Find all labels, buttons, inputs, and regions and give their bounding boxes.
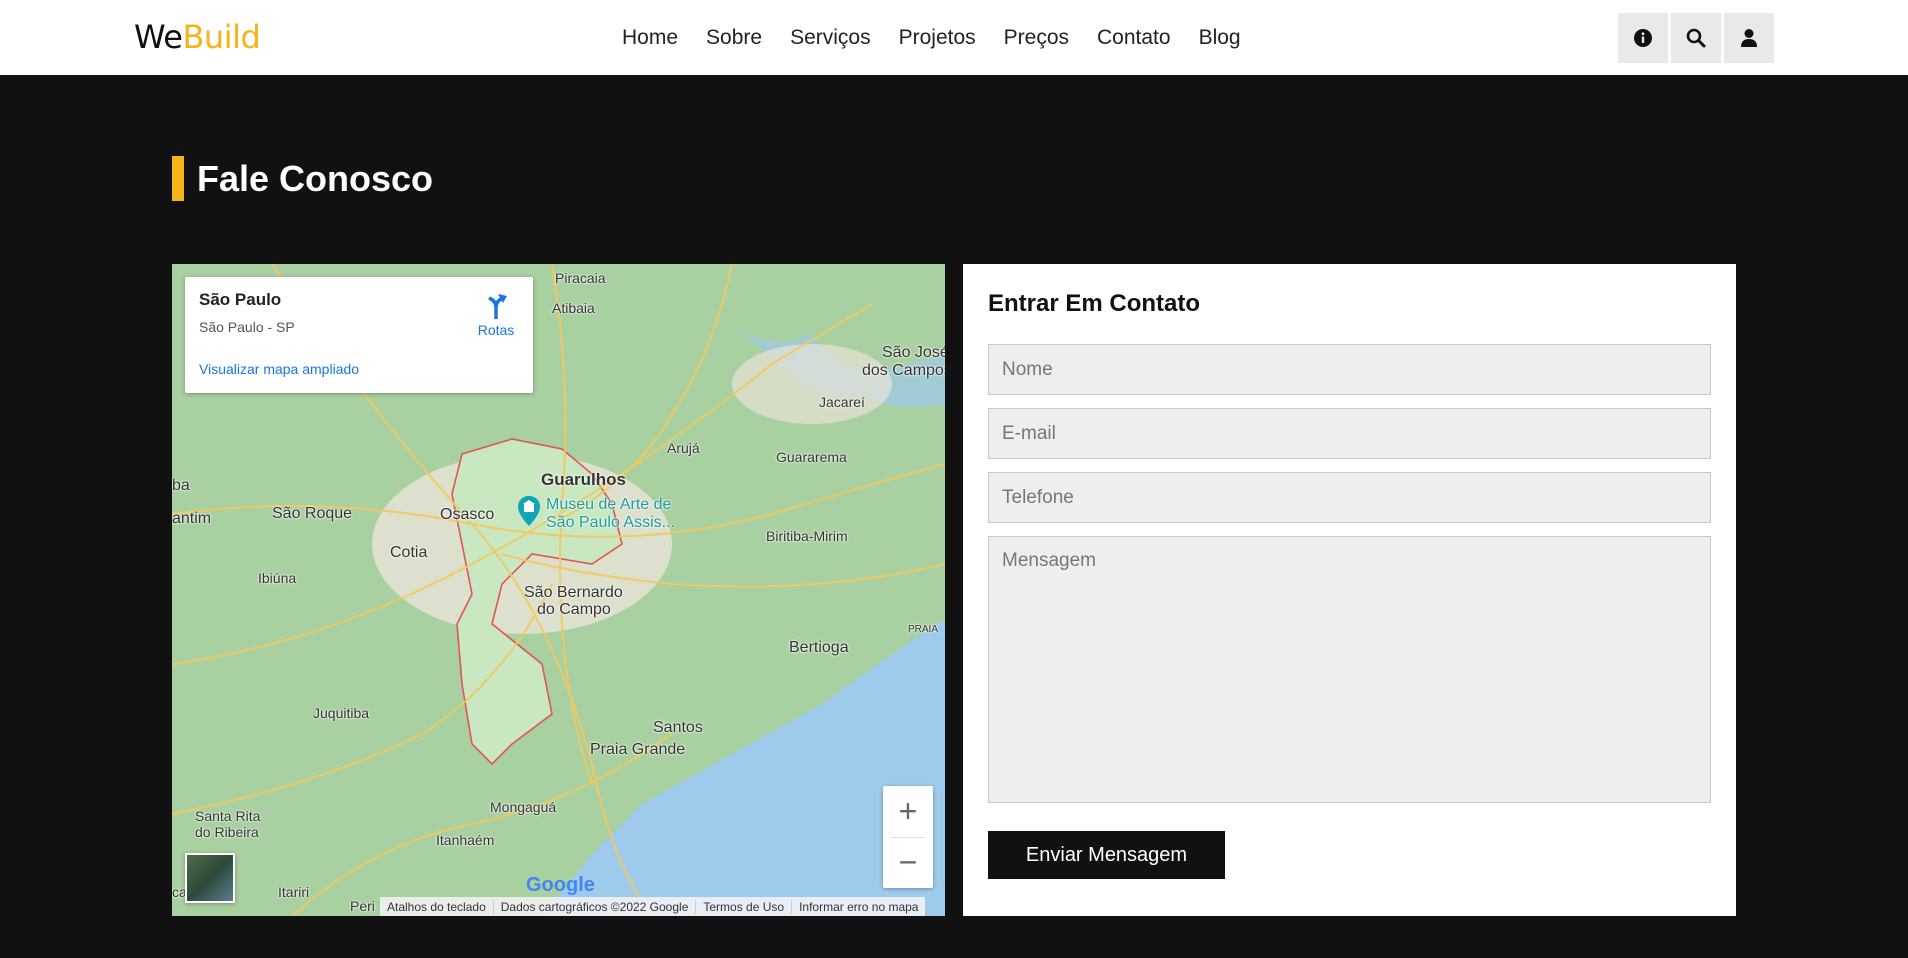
map-label-juquitiba: Juquitiba	[313, 705, 370, 721]
map-label-itariri: Itariri	[278, 884, 310, 900]
map-label-santa-rita-2: do Ribeira	[195, 824, 259, 840]
map-label-osasco: Osasco	[440, 506, 495, 523]
map-label-antim: antim	[172, 510, 212, 527]
logo-text-we: We	[134, 18, 183, 56]
map-embed[interactable]: Piracaia Atibaia São José dos Campos Jac…	[172, 264, 945, 916]
map-label-dos-campos: dos Campos	[862, 362, 945, 379]
map-label-sbc-2: do Campo	[537, 601, 611, 618]
map-label-sao-jose: São José	[882, 344, 945, 361]
nav-projetos[interactable]: Projetos	[899, 26, 976, 50]
map-label-peri: Peri	[350, 898, 375, 914]
map-card-subtitle: São Paulo - SP	[199, 319, 295, 335]
zoom-out-button[interactable]: −	[883, 837, 933, 888]
directions-label: Rotas	[477, 322, 515, 338]
report-error-link[interactable]: Informar erro no mapa	[792, 900, 925, 914]
view-larger-map-link[interactable]: Visualizar mapa ampliado	[199, 361, 359, 377]
phone-field[interactable]: Telefone	[988, 472, 1711, 523]
message-field[interactable]: Mensagem	[988, 536, 1711, 803]
map-data-credit: Dados cartográficos ©2022 Google	[494, 899, 697, 914]
museum-pin-icon[interactable]	[518, 496, 540, 526]
site-header: WeBuild Home Sobre Serviços Projetos Pre…	[0, 0, 1908, 75]
map-label-museu-2: São Paulo Assis...	[546, 514, 675, 531]
map-label-atibaia: Atibaia	[552, 300, 595, 316]
map-label-guararema: Guararema	[776, 449, 847, 465]
form-title: Entrar Em Contato	[988, 290, 1201, 317]
map-label-biritiba: Biritiba-Mirim	[766, 528, 848, 544]
nav-home[interactable]: Home	[622, 26, 678, 50]
contact-form: Entrar Em Contato Nome E-mail Telefone M…	[963, 264, 1736, 916]
zoom-in-button[interactable]: +	[883, 786, 933, 837]
name-field[interactable]: Nome	[988, 344, 1711, 395]
map-label-museu-1: Museu de Arte de	[546, 496, 672, 513]
section-title-accent	[172, 156, 184, 201]
map-label-guarulhos: Guarulhos	[541, 470, 627, 489]
logo[interactable]: WeBuild	[134, 18, 261, 56]
send-message-button[interactable]: Enviar Mensagem	[988, 831, 1225, 879]
directions-button[interactable]: Rotas	[471, 293, 521, 338]
map-card-title: São Paulo	[199, 290, 282, 309]
keyboard-shortcuts-link[interactable]: Atalhos do teclado	[380, 899, 494, 914]
map-label-bertioga: Bertioga	[789, 639, 849, 656]
google-logo: Google	[526, 874, 595, 896]
map-label-mongagua: Mongaguá	[490, 799, 557, 815]
map-attribution: Atalhos do teclado Dados cartográficos ©…	[380, 897, 926, 916]
nav-servicos[interactable]: Serviços	[790, 26, 871, 50]
map-label-ibiuna: Ibiúna	[258, 570, 297, 586]
search-button[interactable]	[1671, 13, 1721, 63]
logo-text-build: Build	[182, 18, 261, 56]
nav-precos[interactable]: Preços	[1004, 26, 1069, 50]
user-icon	[1741, 29, 1757, 47]
map-label-aruja: Arujá	[667, 440, 700, 456]
map-label-piracaia: Piracaia	[555, 270, 606, 286]
map-label-sao-roque: São Roque	[272, 505, 353, 522]
terms-link[interactable]: Termos de Uso	[696, 899, 793, 914]
info-button[interactable]	[1618, 13, 1668, 63]
directions-icon	[488, 294, 507, 319]
map-label-sbc-1: São Bernardo	[524, 584, 623, 601]
map-label-cotia: Cotia	[390, 544, 428, 561]
user-button[interactable]	[1724, 13, 1774, 63]
nav-sobre[interactable]: Sobre	[706, 26, 762, 50]
map-info-card: São Paulo São Paulo - SP Visualizar mapa…	[185, 277, 533, 393]
search-icon	[1686, 28, 1706, 48]
zoom-separator	[891, 837, 925, 838]
info-icon	[1634, 29, 1652, 47]
map-label-santa-rita-1: Santa Rita	[195, 808, 261, 824]
nav-blog[interactable]: Blog	[1199, 26, 1241, 50]
map-label-ba: ba	[172, 477, 190, 494]
map-label-santos: Santos	[653, 719, 703, 736]
map-zoom-controls: + −	[883, 786, 933, 888]
map-label-praia: PRAIA	[908, 624, 939, 635]
header-icon-buttons	[1618, 13, 1774, 63]
page-title: Fale Conosco	[197, 158, 434, 199]
main-nav: Home Sobre Serviços Projetos Preços Cont…	[622, 0, 1269, 75]
map-label-jacarei: Jacareí	[819, 394, 865, 410]
email-field[interactable]: E-mail	[988, 408, 1711, 459]
satellite-toggle[interactable]	[185, 853, 235, 903]
nav-contato[interactable]: Contato	[1097, 26, 1171, 50]
map-label-praia-grande: Praia Grande	[590, 741, 686, 758]
map-label-itanhaem: Itanhaém	[436, 832, 495, 848]
